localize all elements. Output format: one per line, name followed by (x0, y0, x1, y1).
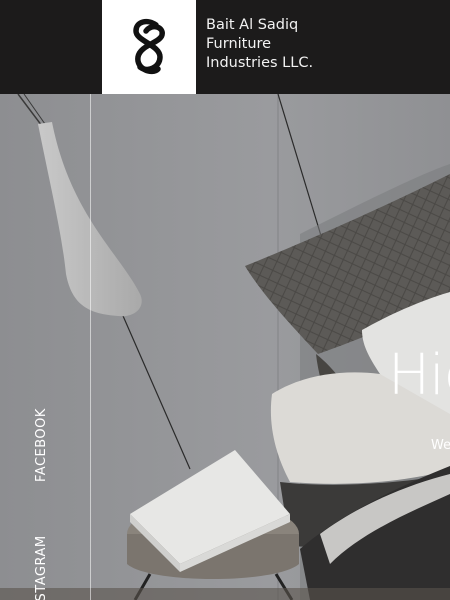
site-header: Bait Al Sadiq Furniture Industries LLC. (0, 0, 450, 94)
vertical-divider (90, 94, 91, 600)
page: Bait Al Sadiq Furniture Industries LLC. (0, 0, 450, 600)
facebook-link[interactable]: FACEBOOK (34, 408, 49, 482)
s-monogram-logo-icon (133, 18, 165, 75)
hero-section: FACEBOOK INSTAGRAM Hig We (0, 94, 450, 600)
hero-background-image (0, 94, 450, 600)
hero-subtitle: We (431, 438, 450, 453)
instagram-link[interactable]: INSTAGRAM (34, 535, 49, 600)
logo-link[interactable] (102, 0, 196, 94)
hero-title: Hig (388, 343, 450, 408)
brand-name: Bait Al Sadiq Furniture Industries LLC. (206, 17, 314, 71)
